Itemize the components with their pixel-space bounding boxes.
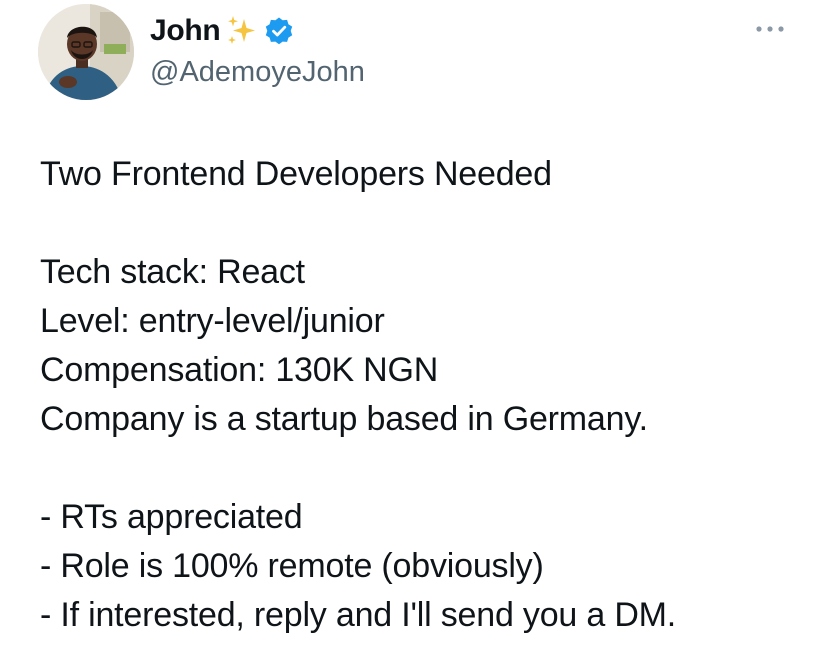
display-name[interactable]: John: [150, 12, 221, 50]
detail-compensation: Compensation: 130K NGN: [40, 351, 439, 389]
detail-level: Level: entry-level/junior: [40, 302, 385, 340]
avatar[interactable]: [38, 4, 134, 100]
detail-tech-stack: Tech stack: React: [40, 253, 305, 291]
tweet-header: John @AdemoyeJohn: [150, 12, 365, 90]
verified-badge-icon[interactable]: [264, 16, 294, 46]
name-row: John: [150, 12, 365, 50]
detail-company: Company is a startup based in Germany.: [40, 400, 648, 438]
more-options-icon[interactable]: [753, 22, 787, 36]
tweet-text: Two Frontend Developers Needed Tech stac…: [40, 150, 810, 640]
paragraph-break: [40, 199, 810, 248]
paragraph-break: [40, 444, 810, 493]
user-handle[interactable]: @AdemoyeJohn: [150, 54, 365, 90]
note-reply: - If interested, reply and I'll send you…: [40, 596, 677, 634]
tweet-card: John @AdemoyeJohn Two Frontend Developer…: [0, 0, 828, 667]
note-remote: - Role is 100% remote (obviously): [40, 547, 544, 585]
note-rts: - RTs appreciated: [40, 498, 303, 536]
tweet-title-line: Two Frontend Developers Needed: [40, 155, 552, 193]
sparkles-icon: [224, 13, 260, 49]
